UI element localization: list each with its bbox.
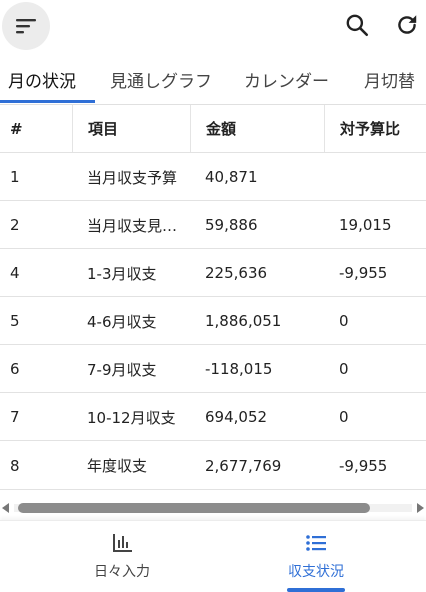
row-item: 当月収支予算 xyxy=(87,168,178,187)
tab-month-switch[interactable]: 月切替 xyxy=(364,60,415,104)
row-budget-ratio: -9,955 xyxy=(339,456,388,475)
table-row[interactable]: 7 10-12月収支 694,052 0 xyxy=(0,394,426,441)
tab-bar: 月の状況 見通しグラフ カレンダー 月切替 xyxy=(0,60,426,105)
tab-monthly-status[interactable]: 月の状況 xyxy=(8,60,76,104)
tab-calendar[interactable]: カレンダー xyxy=(244,60,329,104)
column-header-number[interactable]: # xyxy=(10,105,70,152)
row-budget-ratio: 19,015 xyxy=(339,216,392,234)
row-number: 2 xyxy=(10,216,20,234)
row-number: 5 xyxy=(10,312,20,330)
row-budget-ratio xyxy=(324,154,426,200)
row-number: 6 xyxy=(10,360,20,378)
table-row[interactable]: 8 年度収支 2,677,769 -9,955 xyxy=(0,442,426,490)
nav-income-status[interactable]: 収支状況 xyxy=(246,521,386,592)
nav-income-status-label: 収支状況 xyxy=(288,564,344,580)
row-amount: 694,052 xyxy=(205,408,268,426)
bottom-navigation: 日々入力 収支状況 xyxy=(0,520,426,592)
scroll-right-arrow-icon[interactable] xyxy=(417,503,424,513)
row-item: 1-3月収支 xyxy=(87,264,157,283)
table-row[interactable]: 4 1-3月収支 225,636 -9,955 xyxy=(0,250,426,297)
refresh-button[interactable] xyxy=(390,8,424,42)
row-budget-ratio: -9,955 xyxy=(339,264,388,282)
scrollbar-thumb[interactable] xyxy=(18,503,370,513)
column-header-budget-ratio[interactable]: 対予算比 xyxy=(324,105,426,152)
app-root: 月の状況 見通しグラフ カレンダー 月切替 # 項目 金額 対予算比 1 当月収… xyxy=(0,0,426,592)
search-icon xyxy=(346,14,369,37)
tab-forecast-graph[interactable]: 見通しグラフ xyxy=(110,60,212,104)
active-tab-indicator xyxy=(0,100,95,103)
horizontal-scrollbar[interactable] xyxy=(0,500,426,516)
row-budget-ratio: 0 xyxy=(339,312,349,330)
row-number: 4 xyxy=(10,264,20,282)
refresh-icon xyxy=(398,15,417,34)
row-amount: -118,015 xyxy=(205,360,273,378)
row-item: 4-6月収支 xyxy=(87,312,157,331)
row-number: 7 xyxy=(10,408,20,426)
table-row[interactable]: 5 4-6月収支 1,886,051 0 xyxy=(0,298,426,345)
row-item: 7-9月収支 xyxy=(87,360,157,379)
menu-button[interactable] xyxy=(2,2,50,50)
row-amount: 59,886 xyxy=(205,216,258,234)
row-amount: 225,636 xyxy=(205,264,268,282)
nav-daily-input[interactable]: 日々入力 xyxy=(52,521,192,592)
column-header-amount[interactable]: 金額 xyxy=(190,105,322,152)
row-amount: 1,886,051 xyxy=(205,312,282,330)
table-row[interactable]: 2 当月収支見… 59,886 19,015 xyxy=(0,202,426,249)
top-app-bar xyxy=(0,0,426,52)
active-nav-indicator xyxy=(287,588,345,592)
table-header-row: # 項目 金額 対予算比 xyxy=(0,105,426,153)
row-amount: 40,871 xyxy=(205,168,258,186)
row-amount: 2,677,769 xyxy=(205,456,282,475)
row-budget-ratio: 0 xyxy=(339,360,349,378)
table-row[interactable]: 6 7-9月収支 -118,015 0 xyxy=(0,346,426,393)
row-item: 10-12月収支 xyxy=(87,408,176,427)
table-row[interactable]: 1 当月収支予算 40,871 xyxy=(0,154,426,201)
list-icon xyxy=(302,529,330,557)
column-header-item[interactable]: 項目 xyxy=(72,105,188,152)
data-table[interactable]: # 項目 金額 対予算比 1 当月収支予算 40,871 2 当月収支見… 59… xyxy=(0,105,426,497)
row-budget-ratio: 0 xyxy=(339,408,349,426)
search-button[interactable] xyxy=(340,8,374,42)
sort-menu-icon xyxy=(16,19,36,34)
bar-chart-icon xyxy=(108,529,136,557)
scroll-left-arrow-icon[interactable] xyxy=(2,503,9,513)
row-number: 8 xyxy=(10,456,20,475)
row-item: 当月収支見… xyxy=(87,216,178,235)
row-number: 1 xyxy=(10,168,20,186)
nav-daily-input-label: 日々入力 xyxy=(94,564,150,580)
row-item: 年度収支 xyxy=(87,457,148,475)
